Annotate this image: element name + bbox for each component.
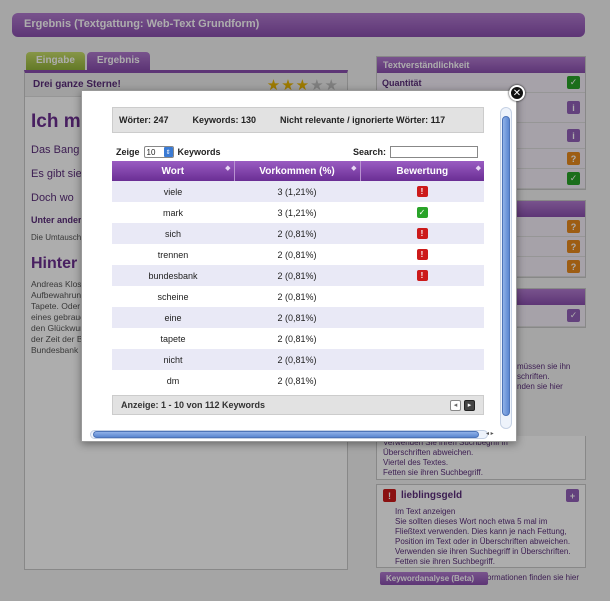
cell-count: 2 (0,81%) (234, 328, 360, 349)
cell-count: 2 (0,81%) (234, 286, 360, 307)
close-icon: ✕ (512, 87, 522, 99)
keywords-label: Keywords (177, 147, 221, 157)
irrelevant-count: Nicht relevante / ignorierte Wörter: 117 (280, 115, 446, 125)
table-row: eine 2 (0,81%) (112, 307, 484, 328)
cell-count: 2 (0,81%) (234, 244, 360, 265)
warning-icon: ! (416, 249, 428, 261)
table-header-row: Wort ◆ Vorkommen (%) ◆ Bewertung ◆ (112, 161, 484, 181)
col-header-bewertung[interactable]: Bewertung ◆ (360, 161, 484, 181)
cell-rating (360, 349, 484, 370)
cell-word: viele (112, 181, 234, 202)
col-header-vorkommen[interactable]: Vorkommen (%) ◆ (234, 161, 361, 181)
table-row: tapete 2 (0,81%) (112, 328, 484, 349)
keyword-modal: Wörter: 247 Keywords: 130 Nicht relevant… (81, 90, 517, 442)
cell-word: tapete (112, 328, 234, 349)
cell-count: 2 (0,81%) (234, 307, 360, 328)
sort-icon: ◆ (351, 165, 357, 172)
cell-rating: ! (360, 223, 484, 244)
cell-word: bundesbank (112, 265, 234, 286)
table-row: bundesbank 2 (0,81%)! (112, 265, 484, 286)
show-label: Zeige (116, 147, 140, 157)
table-row: scheine 2 (0,81%) (112, 286, 484, 307)
cell-rating: ! (360, 181, 484, 202)
table-row: dm 2 (0,81%) (112, 370, 484, 391)
cell-count: 2 (0,81%) (234, 265, 360, 286)
cell-word: nicht (112, 349, 234, 370)
cell-count: 3 (1,21%) (234, 202, 360, 223)
col-header-wort[interactable]: Wort ◆ (112, 161, 235, 181)
sort-icon: ◆ (225, 165, 231, 172)
table-body: viele 3 (1,21%)! mark 3 (1,21%) ✓ sich 2 (0,81… (112, 181, 484, 391)
cell-word: trennen (112, 244, 234, 265)
cell-word: sich (112, 223, 234, 244)
cell-rating: ! (360, 265, 484, 286)
table-row: nicht 2 (0,81%) (112, 349, 484, 370)
cell-rating: ✓ (360, 202, 484, 223)
horizontal-scrollbar[interactable] (90, 430, 488, 439)
table-footer: Anzeige: 1 - 10 von 112 Keywords ◂ ▸ (112, 395, 484, 415)
cell-word: scheine (112, 286, 234, 307)
close-button[interactable]: ✕ (509, 85, 525, 101)
table-row: sich 2 (0,81%)! (112, 223, 484, 244)
table-row: viele 3 (1,21%)! (112, 181, 484, 202)
cell-rating (360, 328, 484, 349)
cell-rating (360, 307, 484, 328)
cell-rating (360, 370, 484, 391)
pagination-info: Anzeige: 1 - 10 von 112 Keywords (121, 400, 266, 410)
scroll-thumb[interactable] (93, 431, 479, 438)
keyword-table: Wort ◆ Vorkommen (%) ◆ Bewertung ◆ viele 3 (… (112, 161, 484, 391)
check-icon: ✓ (416, 207, 428, 219)
prev-page-button[interactable]: ◂ (450, 399, 461, 411)
vertical-scrollbar[interactable] (500, 107, 512, 429)
cell-count: 2 (0,81%) (234, 223, 360, 244)
word-count: Wörter: 247 (119, 115, 169, 125)
scroll-arrows[interactable]: ◂ ▸ (486, 430, 494, 437)
page-size-select[interactable]: 10 ⇕ (143, 146, 174, 158)
warning-icon: ! (416, 228, 428, 240)
warning-icon: ! (416, 270, 428, 282)
next-page-button[interactable]: ▸ (464, 399, 475, 411)
cell-rating: ! (360, 244, 484, 265)
cell-count: 2 (0,81%) (234, 349, 360, 370)
cell-word: eine (112, 307, 234, 328)
keyword-count: Keywords: 130 (192, 115, 257, 125)
table-row: trennen 2 (0,81%)! (112, 244, 484, 265)
cell-word: dm (112, 370, 234, 391)
search-input[interactable] (390, 146, 478, 158)
cell-count: 2 (0,81%) (234, 370, 360, 391)
word-stats-bar: Wörter: 247 Keywords: 130 Nicht relevant… (112, 107, 484, 133)
sort-icon: ◆ (475, 165, 481, 172)
search-label: Search: (352, 147, 386, 157)
pagination: ◂ ▸ (450, 399, 475, 411)
chevron-updown-icon: ⇕ (163, 147, 173, 157)
cell-count: 3 (1,21%) (234, 181, 360, 202)
table-controls: Zeige 10 ⇕ Keywords Search: (116, 145, 478, 159)
cell-word: mark (112, 202, 234, 223)
warning-icon: ! (416, 186, 428, 198)
cell-rating (360, 286, 484, 307)
table-row: mark 3 (1,21%) ✓ (112, 202, 484, 223)
scroll-thumb[interactable] (502, 116, 510, 416)
